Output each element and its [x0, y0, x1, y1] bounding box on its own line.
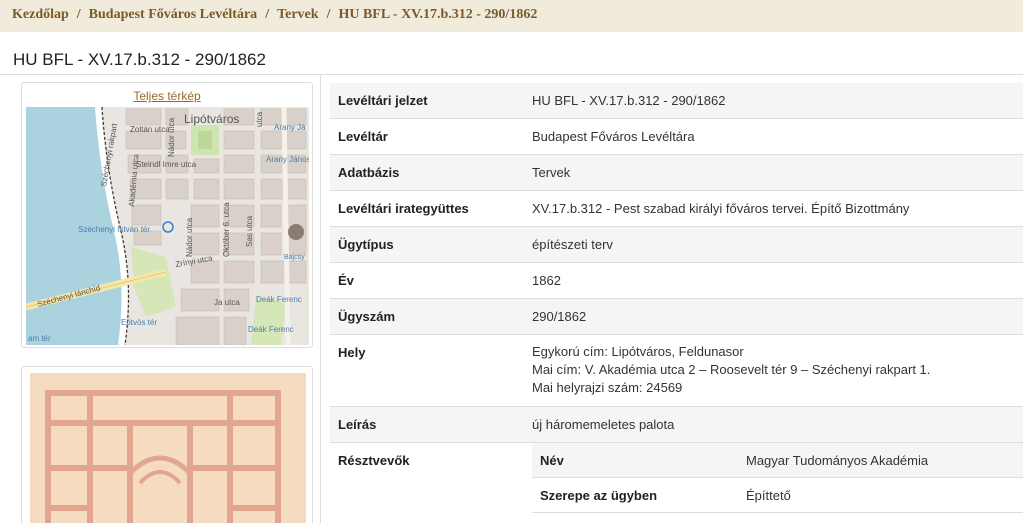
breadcrumb: Kezdőlap / Budapest Főváros Levéltára / Terv… — [0, 0, 1023, 32]
location-line-parcel: Mai helyrajzi szám: 24569 — [532, 380, 683, 395]
map-card: Teljes térkép Lipótváros Zoltán utca Ste… — [21, 82, 313, 348]
plan-drawing — [30, 373, 306, 523]
svg-text:Arany János: Arany János — [266, 155, 309, 164]
detail-row: Leírás új háromemeletes palota — [330, 407, 1023, 443]
svg-text:Bajcsy: Bajcsy — [284, 254, 305, 261]
detail-value: építészeti terv — [532, 237, 613, 252]
svg-text:Deák Ferenc: Deák Ferenc — [256, 295, 302, 304]
svg-text:Lipótváros: Lipótváros — [184, 112, 239, 126]
map-graphic: Lipótváros Zoltán utca Steindl Imre utca… — [26, 107, 309, 345]
detail-label: Adatbázis — [338, 165, 400, 180]
detail-row-location: Hely Egykorú cím: Lipótváros, Feldunasor… — [330, 335, 1023, 407]
svg-text:Arany Já: Arany Já — [274, 123, 306, 132]
location-line-current: Mai cím: V. Akadémia utca 2 – Roosevelt … — [532, 362, 931, 377]
svg-text:Széchenyi István tér: Széchenyi István tér — [78, 225, 150, 234]
participant-value: Építtető — [746, 487, 791, 503]
detail-label: Leírás — [338, 417, 377, 432]
page-title: HU BFL - XV.17.b.312 - 290/1862 — [13, 50, 266, 69]
detail-value: HU BFL - XV.17.b.312 - 290/1862 — [532, 93, 726, 108]
detail-label: Levéltári jelzet — [338, 93, 428, 108]
svg-text:Nádor utca: Nádor utca — [167, 117, 176, 157]
svg-text:Sas utca: Sas utca — [245, 215, 254, 247]
detail-label: Év — [338, 273, 354, 288]
detail-row: Ügytípus építészeti terv — [330, 227, 1023, 263]
svg-text:Zoltán utca: Zoltán utca — [130, 125, 170, 134]
location-lines: Egykorú cím: Lipótváros, Feldunasor Mai … — [526, 335, 1023, 406]
breadcrumb-separator: / — [326, 7, 331, 22]
detail-row: Levéltár Budapest Főváros Levéltára — [330, 119, 1023, 155]
svg-text:Eötvös tér: Eötvös tér — [121, 318, 157, 327]
detail-label: Levéltár — [338, 129, 388, 144]
svg-text:Steindl Imre utca: Steindl Imre utca — [136, 160, 197, 169]
detail-row: Levéltári jelzet HU BFL - XV.17.b.312 - … — [330, 83, 1023, 119]
detail-value: új háromemeletes palota — [532, 417, 675, 432]
full-map-link[interactable]: Teljes térkép — [22, 89, 312, 103]
breadcrumb-plans[interactable]: Tervek — [277, 7, 318, 22]
breadcrumb-home[interactable]: Kezdőlap — [12, 7, 69, 22]
detail-row: Levéltári irategyüttes XV.17.b.312 - Pes… — [330, 191, 1023, 227]
plan-scan-image[interactable] — [30, 373, 306, 523]
participant-label: Név — [540, 452, 564, 468]
breadcrumb-current: HU BFL - XV.17.b.312 - 290/1862 — [338, 7, 538, 22]
svg-text:utca: utca — [255, 111, 264, 127]
detail-value: 1862 — [532, 273, 561, 288]
detail-label: Levéltári irategyüttes — [338, 201, 469, 216]
detail-label: Résztvevők — [338, 453, 410, 468]
detail-row: Év 1862 — [330, 263, 1023, 299]
participants-table: Név Magyar Tudományos Akadémia Szerepe a… — [532, 443, 1023, 513]
plan-scan-card[interactable] — [21, 366, 313, 523]
location-map[interactable]: Lipótváros Zoltán utca Steindl Imre utca… — [26, 107, 309, 345]
location-line-original: Egykorú cím: Lipótváros, Feldunasor — [532, 344, 744, 359]
detail-value: Tervek — [532, 165, 571, 180]
breadcrumb-separator: / — [265, 7, 270, 22]
detail-value: 290/1862 — [532, 309, 587, 324]
svg-text:Október 6. utca: Október 6. utca — [222, 202, 231, 257]
breadcrumb-separator: / — [76, 7, 81, 22]
participant-label: Szerepe az ügyben — [540, 487, 658, 503]
detail-value: Budapest Főváros Levéltára — [532, 129, 695, 144]
detail-row: Ügyszám 290/1862 — [330, 299, 1023, 335]
detail-row: Adatbázis Tervek — [330, 155, 1023, 191]
svg-text:am tér: am tér — [28, 334, 51, 343]
svg-text:Ja utca: Ja utca — [214, 298, 240, 307]
detail-label: Ügyszám — [338, 309, 396, 324]
participant-value: Magyar Tudományos Akadémia — [746, 452, 929, 468]
svg-text:Deák Ferenc: Deák Ferenc — [248, 325, 294, 334]
detail-label: Ügytípus — [338, 237, 394, 252]
detail-label: Hely — [338, 345, 366, 360]
participant-row: Szerepe az ügyben Építtető — [532, 478, 1023, 513]
participant-row: Név Magyar Tudományos Akadémia — [532, 443, 1023, 478]
breadcrumb-archive[interactable]: Budapest Főváros Levéltára — [89, 7, 258, 22]
detail-value: XV.17.b.312 - Pest szabad királyi főváro… — [532, 201, 910, 216]
svg-text:Nádor utca: Nádor utca — [185, 217, 194, 257]
